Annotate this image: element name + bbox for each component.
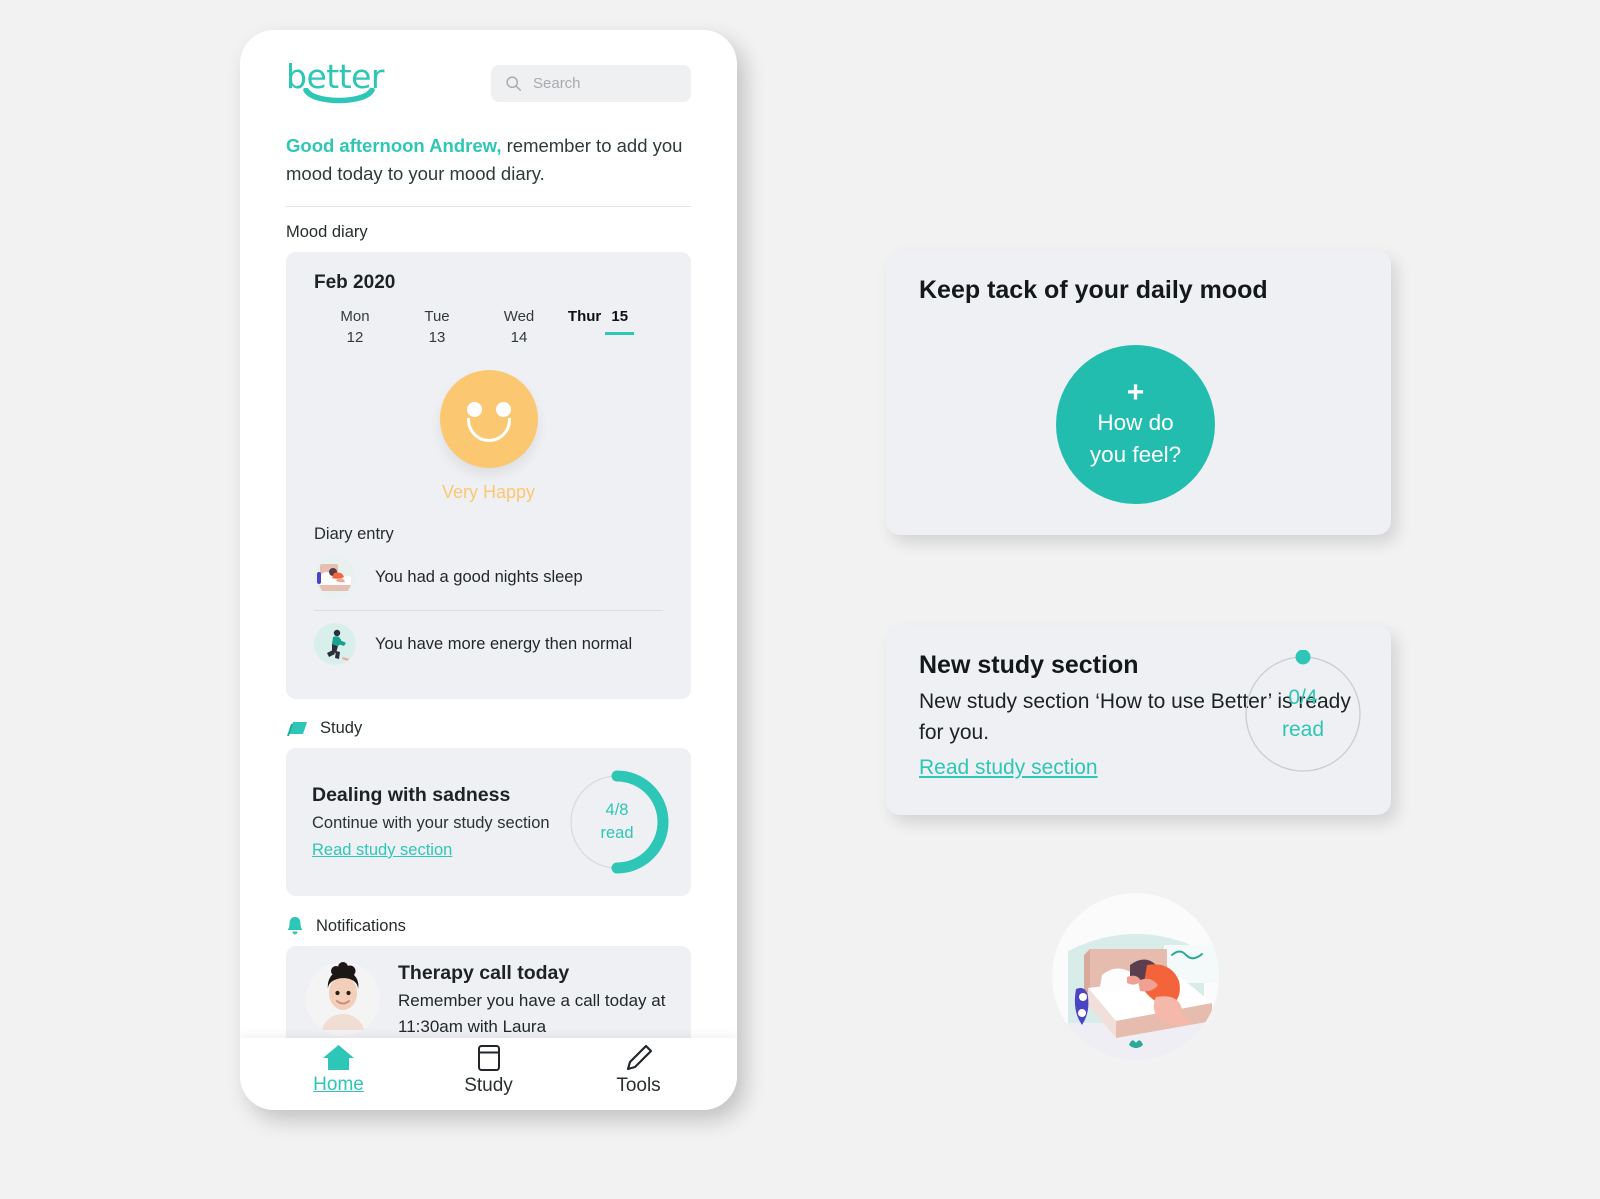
notification-title: Therapy call today bbox=[398, 962, 570, 984]
read-study-section-link[interactable]: Read study section bbox=[312, 841, 452, 860]
day-number: 14 bbox=[510, 329, 528, 346]
smiley-mouth bbox=[466, 418, 511, 442]
mood-diary-label: Mood diary bbox=[286, 223, 368, 241]
day-name: Tue bbox=[424, 308, 450, 325]
new-study-progress-ring: 0/4 read bbox=[1239, 649, 1367, 778]
greeting-highlight: Good afternoon Andrew, bbox=[286, 135, 502, 156]
study-progress-ring: 4/8 read bbox=[565, 770, 669, 874]
day-name: Thur bbox=[567, 308, 602, 325]
study-card[interactable]: Dealing with sadness Continue with your … bbox=[286, 748, 691, 896]
tab-study-label: Study bbox=[464, 1075, 513, 1096]
screen: better Search Good afternoon Andrew, rem… bbox=[0, 0, 1600, 1199]
diary-entry-text: You had a good nights sleep bbox=[375, 567, 583, 586]
smiley-right-eye bbox=[495, 402, 511, 417]
running-person-icon bbox=[314, 623, 356, 665]
how-do-you-feel-button[interactable]: + How do you feel? bbox=[1056, 345, 1215, 504]
notifications-label: Notifications bbox=[316, 916, 406, 935]
study-progress-label: 4/8 read bbox=[565, 770, 669, 874]
diary-entry-row[interactable]: You have more energy then normal bbox=[314, 610, 663, 677]
app-header: better Search bbox=[286, 30, 691, 106]
study-progress-value: 4/8 bbox=[605, 801, 629, 819]
day-name: Wed bbox=[503, 308, 535, 325]
bell-icon bbox=[287, 917, 303, 935]
phone-mockup: better Search Good afternoon Andrew, rem… bbox=[240, 30, 737, 1110]
diary-entry-title: Diary entry bbox=[314, 525, 394, 543]
sleeping-in-bed-illustration bbox=[1052, 893, 1219, 1060]
tab-home[interactable]: Home bbox=[293, 1044, 385, 1096]
pencil-icon bbox=[626, 1044, 652, 1071]
mood-display: Very Happy bbox=[314, 370, 663, 503]
new-study-progress-label: 0/4 read bbox=[1239, 650, 1367, 778]
notifications-section-header: Notifications bbox=[286, 916, 691, 936]
study-card-text: Dealing with sadness Continue with your … bbox=[312, 784, 550, 860]
plus-icon: + bbox=[1126, 375, 1145, 409]
smiley-face-icon[interactable] bbox=[439, 370, 538, 468]
feel-button-line2: you feel? bbox=[1089, 441, 1182, 467]
day-tue[interactable]: Tue 13 bbox=[396, 306, 478, 354]
book-icon bbox=[477, 1045, 500, 1071]
notification-text: Therapy call today Remember you have a c… bbox=[398, 962, 671, 1040]
new-study-progress-unit: read bbox=[1281, 718, 1325, 741]
day-selector[interactable]: Mon 12 Tue 13 Wed 14 Thur 15 bbox=[314, 306, 663, 354]
diary-entry-row[interactable]: You had a good nights sleep bbox=[314, 544, 663, 610]
tab-tools-label: Tools bbox=[616, 1075, 661, 1096]
sleeping-in-bed-icon bbox=[314, 556, 356, 598]
day-mon[interactable]: Mon 12 bbox=[314, 306, 396, 354]
greeting-message: Good afternoon Andrew, remember to add y… bbox=[286, 132, 691, 188]
day-number: 12 bbox=[346, 329, 364, 346]
mood-month: Feb 2020 bbox=[314, 272, 396, 293]
new-study-progress-value: 0/4 bbox=[1288, 686, 1318, 709]
study-label: Study bbox=[320, 719, 363, 737]
search-icon bbox=[506, 75, 522, 91]
logo-smile-icon bbox=[303, 88, 375, 104]
study-title: Dealing with sadness bbox=[312, 784, 511, 806]
mood-promo-title: Keep tack of your daily mood bbox=[919, 276, 1268, 304]
header-divider bbox=[286, 206, 691, 207]
day-wed[interactable]: Wed 14 bbox=[478, 306, 560, 354]
bottom-tab-bar: Home Study Tools bbox=[240, 1038, 737, 1110]
tab-study[interactable]: Study bbox=[443, 1044, 535, 1097]
day-number: 13 bbox=[428, 329, 446, 346]
notification-body: Remember you have a call today at 11:30a… bbox=[398, 991, 666, 1036]
book-icon bbox=[287, 721, 307, 736]
read-study-section-link[interactable]: Read study section bbox=[919, 756, 1098, 780]
search-input[interactable]: Search bbox=[491, 64, 691, 102]
feel-button-line1: How do bbox=[1097, 409, 1174, 435]
search-placeholder: Search bbox=[533, 74, 581, 92]
day-name: Mon bbox=[340, 308, 370, 325]
home-icon bbox=[323, 1045, 354, 1070]
study-subtitle: Continue with your study section bbox=[312, 814, 550, 832]
day-number: 15 bbox=[605, 306, 635, 335]
study-progress-unit: read bbox=[600, 824, 634, 842]
new-study-card[interactable]: New study section New study section ‘How… bbox=[886, 625, 1391, 815]
tab-home-label: Home bbox=[313, 1074, 364, 1095]
mood-diary-card: Feb 2020 Mon 12 Tue 13 Wed 14 Thur 15 Ve… bbox=[286, 252, 691, 699]
smiley-left-eye bbox=[466, 402, 482, 417]
tab-tools[interactable]: Tools bbox=[593, 1044, 685, 1097]
phone-content-scroll[interactable]: better Search Good afternoon Andrew, rem… bbox=[240, 30, 737, 1110]
diary-entry-text: You have more energy then normal bbox=[375, 634, 633, 653]
day-thur-selected[interactable]: Thur 15 bbox=[560, 306, 642, 354]
mood-label: Very Happy bbox=[441, 482, 536, 502]
app-logo: better bbox=[286, 60, 390, 106]
study-section-header: Study bbox=[286, 719, 691, 738]
therapist-avatar bbox=[306, 962, 380, 1036]
